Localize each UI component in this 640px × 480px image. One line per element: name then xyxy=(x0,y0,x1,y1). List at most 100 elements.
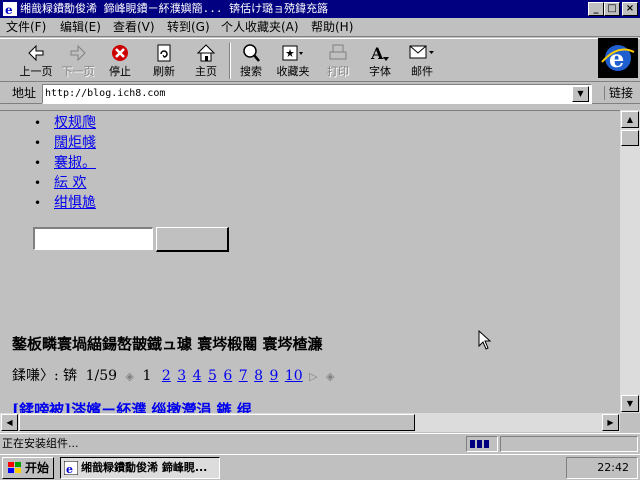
system-tray: 22:42 xyxy=(566,457,638,479)
nav-link[interactable]: 闊炬帴 xyxy=(54,135,96,151)
menu-help[interactable]: 帮助(H) xyxy=(311,20,353,35)
page-link[interactable]: 7 xyxy=(239,367,248,385)
page-link[interactable]: 9 xyxy=(269,367,278,385)
mail-button[interactable]: 邮件 xyxy=(400,41,444,81)
address-label: 地址 xyxy=(12,86,37,100)
svg-text:e: e xyxy=(5,3,13,17)
list-item: • 绀惧尯 xyxy=(34,193,96,213)
stop-icon xyxy=(112,45,128,61)
window-title: 缃戠粶鐨勪俊浠 鍗峰睍鐨ㄧ紑濮嬩簡... 锛佸け璐ョ殑鍏充簬 xyxy=(20,2,329,15)
post-title-link[interactable]: [鍒嗙被]涔嬪ㄧ紑濮 缁撴瀯涓 鏃 绲 xyxy=(12,399,252,413)
minimize-button[interactable]: _ xyxy=(588,2,604,16)
page-link[interactable]: 3 xyxy=(177,367,186,385)
search-submit-button[interactable] xyxy=(156,227,229,252)
next-page-icon[interactable]: ▷ xyxy=(309,368,317,386)
refresh-icon xyxy=(157,44,171,62)
ie-throbber-logo: e xyxy=(598,38,638,78)
print-label: 打印 xyxy=(327,65,349,78)
page-link[interactable]: 5 xyxy=(208,367,217,385)
home-label: 主页 xyxy=(195,65,217,78)
chevron-down-icon: ▼ xyxy=(626,399,634,408)
page-link[interactable]: 6 xyxy=(223,367,232,385)
back-arrow-icon xyxy=(28,44,44,62)
nav-link[interactable]: 绀惧尯 xyxy=(54,195,96,211)
section-title: 鏊板疄寰堝緢鍚嶅皵鐡ュ璩 寰埁椴闂 寰埁楂濂 xyxy=(12,335,323,353)
forward-button[interactable]: 下一页 xyxy=(56,41,100,81)
favorites-button[interactable]: 收藏夹 xyxy=(271,41,315,81)
links-button[interactable]: 链接 xyxy=(604,86,633,100)
menu-go[interactable]: 转到(G) xyxy=(167,20,210,35)
favorites-label: 收藏夹 xyxy=(276,65,310,78)
chevron-left-icon: ◀ xyxy=(6,418,13,427)
close-button[interactable]: × xyxy=(622,2,638,16)
stop-label: 停止 xyxy=(109,65,131,78)
chevron-up-icon: ▲ xyxy=(626,115,634,124)
mail-label: 邮件 xyxy=(411,65,433,78)
forward-label: 下一页 xyxy=(61,65,95,78)
address-input[interactable]: http://blog.ich8.com xyxy=(42,84,592,104)
scroll-thumb[interactable] xyxy=(621,130,639,146)
menu-file[interactable]: 文件(F) xyxy=(6,20,46,35)
bullet-icon: • xyxy=(34,116,42,130)
address-dropdown-button[interactable]: ▼ xyxy=(572,86,589,102)
bullet-icon: • xyxy=(34,176,42,190)
menu-view[interactable]: 查看(V) xyxy=(113,20,155,35)
print-button[interactable]: 打印 xyxy=(316,41,360,81)
pager-label: 鍒嗛〉: 锛 xyxy=(12,368,78,384)
start-button[interactable]: 开始 xyxy=(2,457,54,479)
menu-edit[interactable]: 编辑(E) xyxy=(60,20,101,35)
search-icon xyxy=(243,44,260,62)
maximize-button[interactable]: □ xyxy=(604,2,620,16)
toolbar: 上一页 下一页 停止 刷新 主页 搜索 收藏夹 打印 A 字体 邮件 xyxy=(0,38,640,82)
svg-text:A: A xyxy=(370,44,384,63)
current-page: 1 xyxy=(142,368,152,384)
nav-link[interactable]: 杈规爮 xyxy=(54,115,96,131)
chevron-down-icon: ▼ xyxy=(577,89,584,98)
address-bar: 地址 http://blog.ich8.com ▼ 链接 xyxy=(0,82,640,104)
page-link[interactable]: 2 xyxy=(162,367,171,385)
font-label: 字体 xyxy=(369,65,391,78)
nav-link[interactable]: 褰掓。 xyxy=(54,155,96,171)
first-page-icon[interactable]: ◈ xyxy=(126,368,134,386)
horizontal-scrollbar[interactable]: ◀ ▶ xyxy=(0,413,620,432)
mail-icon xyxy=(409,45,434,59)
task-label: 缃戠粶鐨勪俊浠 鍗峰睍... xyxy=(81,461,208,474)
clock: 22:42 xyxy=(597,461,629,474)
page-link[interactable]: 8 xyxy=(254,367,263,385)
bullet-icon: • xyxy=(34,156,42,170)
vertical-scrollbar[interactable]: ▲ ▼ xyxy=(620,110,640,413)
ie-logo-icon: e xyxy=(601,44,635,73)
nav-link[interactable]: 紜 欢 xyxy=(54,175,86,191)
last-page-icon[interactable]: ◈ xyxy=(326,368,334,386)
hscroll-thumb[interactable] xyxy=(19,414,415,431)
back-label: 上一页 xyxy=(19,65,53,78)
list-item: • 杈规爮 xyxy=(34,113,96,133)
taskbar-ie-window[interactable]: e 缃戠粶鐨勪俊浠 鍗峰睍... xyxy=(60,457,220,479)
stop-button[interactable]: 停止 xyxy=(98,41,142,81)
svg-text:e: e xyxy=(609,44,624,73)
bullet-icon: • xyxy=(34,136,42,150)
favorites-icon xyxy=(282,45,303,61)
forward-arrow-icon xyxy=(70,44,86,62)
page-content: • 杈规爮 • 闊炬帴 • 褰掓。 • 紜 欢 • 绀惧尯 鏊板疄寰堝緢鍚嶅皵鐡ュ璩 寰埁… xyxy=(0,110,620,413)
scroll-down-button[interactable]: ▼ xyxy=(621,395,639,412)
status-text: 正在安装组件... xyxy=(2,437,79,450)
svg-text:e: e xyxy=(66,463,73,475)
scroll-left-button[interactable]: ◀ xyxy=(1,414,18,431)
search-label: 搜索 xyxy=(240,65,262,78)
scroll-up-button[interactable]: ▲ xyxy=(621,111,639,128)
font-button[interactable]: A 字体 xyxy=(358,41,402,81)
page-link[interactable]: 4 xyxy=(193,367,202,385)
scroll-right-button[interactable]: ▶ xyxy=(602,414,619,431)
menu-favorites[interactable]: 个人收藏夹(A) xyxy=(221,20,299,35)
page-link[interactable]: 10 xyxy=(285,367,303,385)
bullet-icon: • xyxy=(34,196,42,210)
refresh-button[interactable]: 刷新 xyxy=(142,41,186,81)
list-item: • 闊炬帴 xyxy=(34,133,96,153)
back-button[interactable]: 上一页 xyxy=(14,41,58,81)
home-button[interactable]: 主页 xyxy=(184,41,228,81)
title-bar: e 缃戠粶鐨勪俊浠 鍗峰睍鐨ㄧ紑濮嬩簡... 锛佸け璐ョ殑鍏充簬 _ □ × xyxy=(0,0,640,18)
search-button[interactable]: 搜索 xyxy=(229,41,273,81)
chevron-right-icon: ▶ xyxy=(607,418,614,427)
search-input[interactable] xyxy=(33,227,153,250)
